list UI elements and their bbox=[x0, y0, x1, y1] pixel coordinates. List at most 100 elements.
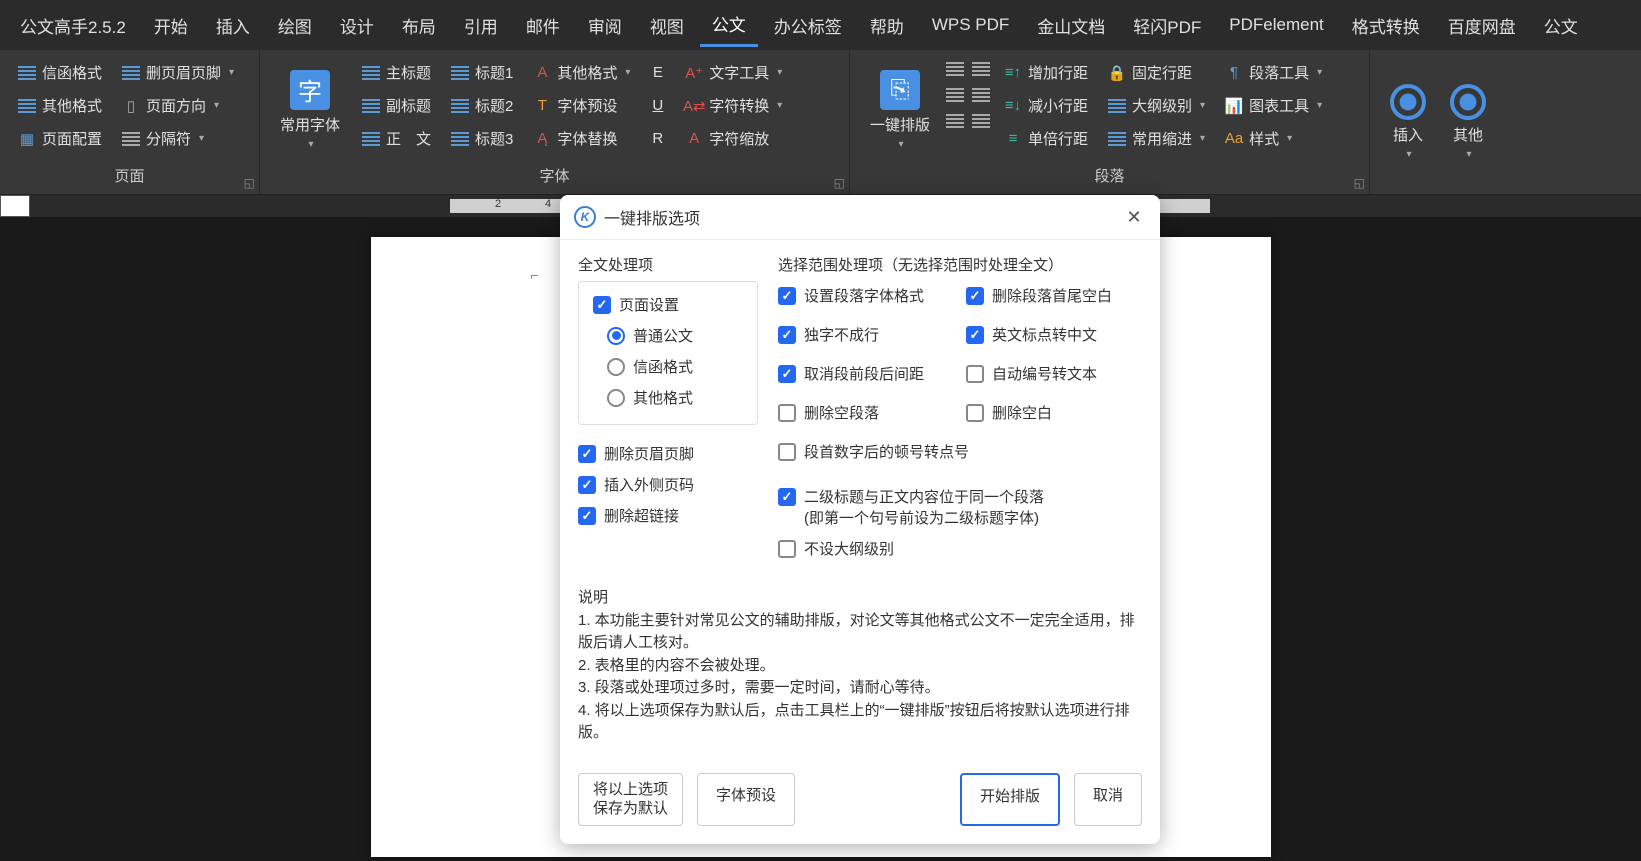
menu-jinshan[interactable]: 金山文档 bbox=[1025, 5, 1117, 46]
menu-insert[interactable]: 插入 bbox=[204, 5, 262, 46]
ruler-corner[interactable] bbox=[0, 195, 30, 217]
btn-sub-title[interactable]: 副标题 bbox=[356, 91, 437, 120]
close-button[interactable]: ✕ bbox=[1122, 205, 1146, 229]
checkbox-icon[interactable] bbox=[966, 365, 984, 383]
btn-other-fmt[interactable]: A其他格式▾ bbox=[527, 58, 636, 87]
checkbox-icon[interactable] bbox=[778, 365, 796, 383]
align-dist-icon[interactable] bbox=[972, 88, 990, 102]
btn-text-tools[interactable]: A⁺文字工具▾ bbox=[679, 58, 788, 87]
radio-other-fmt[interactable]: 其他格式 bbox=[593, 387, 743, 408]
btn-cancel[interactable]: 取消 bbox=[1074, 773, 1142, 826]
checkbox-icon[interactable] bbox=[778, 404, 796, 422]
radio-letter-fmt[interactable]: 信函格式 bbox=[593, 356, 743, 377]
btn-font-replace[interactable]: Ą字体替换 bbox=[527, 124, 636, 153]
launcher-icon[interactable]: ◱ bbox=[244, 176, 255, 190]
btn-other-big[interactable]: 其他▾ bbox=[1442, 58, 1494, 186]
btn-heading2[interactable]: 标题2 bbox=[445, 91, 519, 120]
checkbox-icon[interactable] bbox=[778, 488, 796, 506]
btn-main-title[interactable]: 主标题 bbox=[356, 58, 437, 87]
btn-insert-big[interactable]: 插入▾ bbox=[1382, 58, 1434, 186]
radio-icon[interactable] bbox=[607, 389, 625, 407]
menu-office-tab[interactable]: 办公标签 bbox=[762, 5, 854, 46]
menu-pdfelement[interactable]: PDFelement bbox=[1217, 7, 1335, 43]
menu-ref[interactable]: 引用 bbox=[452, 5, 510, 46]
check-del-blank[interactable]: 删除空白 bbox=[966, 402, 1142, 423]
check-set-para-font[interactable]: 设置段落字体格式 bbox=[778, 285, 954, 306]
checkbox-icon[interactable] bbox=[578, 445, 596, 463]
check-h2-same-para[interactable]: 二级标题与正文内容位于同一个段落 (即第一个句号前设为二级标题字体) bbox=[778, 486, 1142, 528]
align-right-icon[interactable] bbox=[946, 114, 964, 128]
check-del-empty-para[interactable]: 删除空段落 bbox=[778, 402, 954, 423]
check-orphan[interactable]: 独字不成行 bbox=[778, 324, 954, 345]
btn-page-orient[interactable]: ▯页面方向▾ bbox=[116, 91, 240, 120]
btn-u[interactable]: U bbox=[644, 95, 671, 116]
menu-mail[interactable]: 邮件 bbox=[514, 5, 572, 46]
btn-char-convert[interactable]: A⇄字符转换▾ bbox=[679, 91, 788, 120]
btn-char-scale[interactable]: A字符缩放 bbox=[679, 124, 788, 153]
check-insert-pageno[interactable]: 插入外侧页码 bbox=[578, 474, 758, 495]
align-even-icon[interactable] bbox=[972, 114, 990, 128]
checkbox-icon[interactable] bbox=[966, 287, 984, 305]
check-del-header[interactable]: 删除页眉页脚 bbox=[578, 443, 758, 464]
menu-layout[interactable]: 布局 bbox=[390, 5, 448, 46]
menu-lightpdf[interactable]: 轻闪PDF bbox=[1121, 5, 1213, 46]
checkbox-icon[interactable] bbox=[778, 326, 796, 344]
menu-start[interactable]: 开始 bbox=[142, 5, 200, 46]
check-en-to-cn-punct[interactable]: 英文标点转中文 bbox=[966, 324, 1142, 345]
btn-outline-level[interactable]: 大纲级别▾ bbox=[1102, 91, 1211, 120]
menu-draw[interactable]: 绘图 bbox=[266, 5, 324, 46]
btn-fixed-spacing[interactable]: 🔒固定行距 bbox=[1102, 58, 1211, 87]
checkbox-icon[interactable] bbox=[966, 326, 984, 344]
btn-r[interactable]: R bbox=[644, 128, 671, 149]
check-del-para-space[interactable]: 删除段落首尾空白 bbox=[966, 285, 1142, 306]
checkbox-icon[interactable] bbox=[578, 476, 596, 494]
menu-help[interactable]: 帮助 bbox=[858, 5, 916, 46]
radio-normal-doc[interactable]: 普通公文 bbox=[593, 325, 743, 346]
check-cancel-spacing[interactable]: 取消段前段后间距 bbox=[778, 363, 954, 384]
menu-gongwen[interactable]: 公文 bbox=[700, 3, 758, 47]
btn-heading1[interactable]: 标题1 bbox=[445, 58, 519, 87]
align-justify-icon[interactable] bbox=[972, 62, 990, 76]
radio-icon[interactable] bbox=[607, 358, 625, 376]
btn-single-spacing[interactable]: ≡单倍行距 bbox=[998, 124, 1094, 153]
btn-font-preset[interactable]: T字体预设 bbox=[527, 91, 636, 120]
menu-review[interactable]: 审阅 bbox=[576, 5, 634, 46]
btn-separator[interactable]: 分隔符▾ bbox=[116, 124, 240, 153]
checkbox-icon[interactable] bbox=[778, 287, 796, 305]
checkbox-icon[interactable] bbox=[778, 540, 796, 558]
menu-wpspdf[interactable]: WPS PDF bbox=[920, 7, 1021, 43]
launcher-icon[interactable]: ◱ bbox=[1354, 176, 1365, 190]
align-left-icon[interactable] bbox=[946, 62, 964, 76]
btn-page-config[interactable]: ▦页面配置 bbox=[12, 124, 108, 153]
check-page-setting[interactable]: 页面设置 bbox=[593, 294, 743, 315]
check-autonum-text[interactable]: 自动编号转文本 bbox=[966, 363, 1142, 384]
radio-icon[interactable] bbox=[607, 327, 625, 345]
menu-convert[interactable]: 格式转换 bbox=[1340, 5, 1432, 46]
menu-view[interactable]: 视图 bbox=[638, 5, 696, 46]
btn-start-layout[interactable]: 开始排版 bbox=[960, 773, 1060, 826]
menu-design[interactable]: 设计 bbox=[328, 5, 386, 46]
btn-del-header[interactable]: 删页眉页脚▾ bbox=[116, 58, 240, 87]
align-center-icon[interactable] bbox=[946, 88, 964, 102]
check-dunhao-dot[interactable]: 段首数字后的顿号转点号 bbox=[778, 441, 1142, 462]
checkbox-icon[interactable] bbox=[778, 443, 796, 461]
btn-para-tools[interactable]: ¶段落工具▾ bbox=[1219, 58, 1328, 87]
btn-auto-layout[interactable]: ⎘ 一键排版▾ bbox=[862, 58, 938, 161]
checkbox-icon[interactable] bbox=[578, 507, 596, 525]
menu-baidu[interactable]: 百度网盘 bbox=[1436, 5, 1528, 46]
btn-body-text[interactable]: 正 文 bbox=[356, 124, 437, 153]
btn-other-format[interactable]: 其他格式 bbox=[12, 91, 108, 120]
btn-inc-spacing[interactable]: ≡↑增加行距 bbox=[998, 58, 1094, 87]
launcher-icon[interactable]: ◱ bbox=[834, 176, 845, 190]
btn-common-indent[interactable]: 常用缩进▾ bbox=[1102, 124, 1211, 153]
btn-common-font[interactable]: 字 常用字体▾ bbox=[272, 58, 348, 161]
checkbox-icon[interactable] bbox=[593, 296, 611, 314]
btn-font-preset-dlg[interactable]: 字体预设 bbox=[697, 773, 795, 826]
btn-heading3[interactable]: 标题3 bbox=[445, 124, 519, 153]
btn-letter-format[interactable]: 信函格式 bbox=[12, 58, 108, 87]
btn-dec-spacing[interactable]: ≡↓减小行距 bbox=[998, 91, 1094, 120]
check-no-outline[interactable]: 不设大纲级别 bbox=[778, 538, 1142, 559]
check-del-hyperlink[interactable]: 删除超链接 bbox=[578, 505, 758, 526]
btn-save-default[interactable]: 将以上选项 保存为默认 bbox=[578, 773, 683, 826]
btn-styles[interactable]: Aa样式▾ bbox=[1219, 124, 1328, 153]
